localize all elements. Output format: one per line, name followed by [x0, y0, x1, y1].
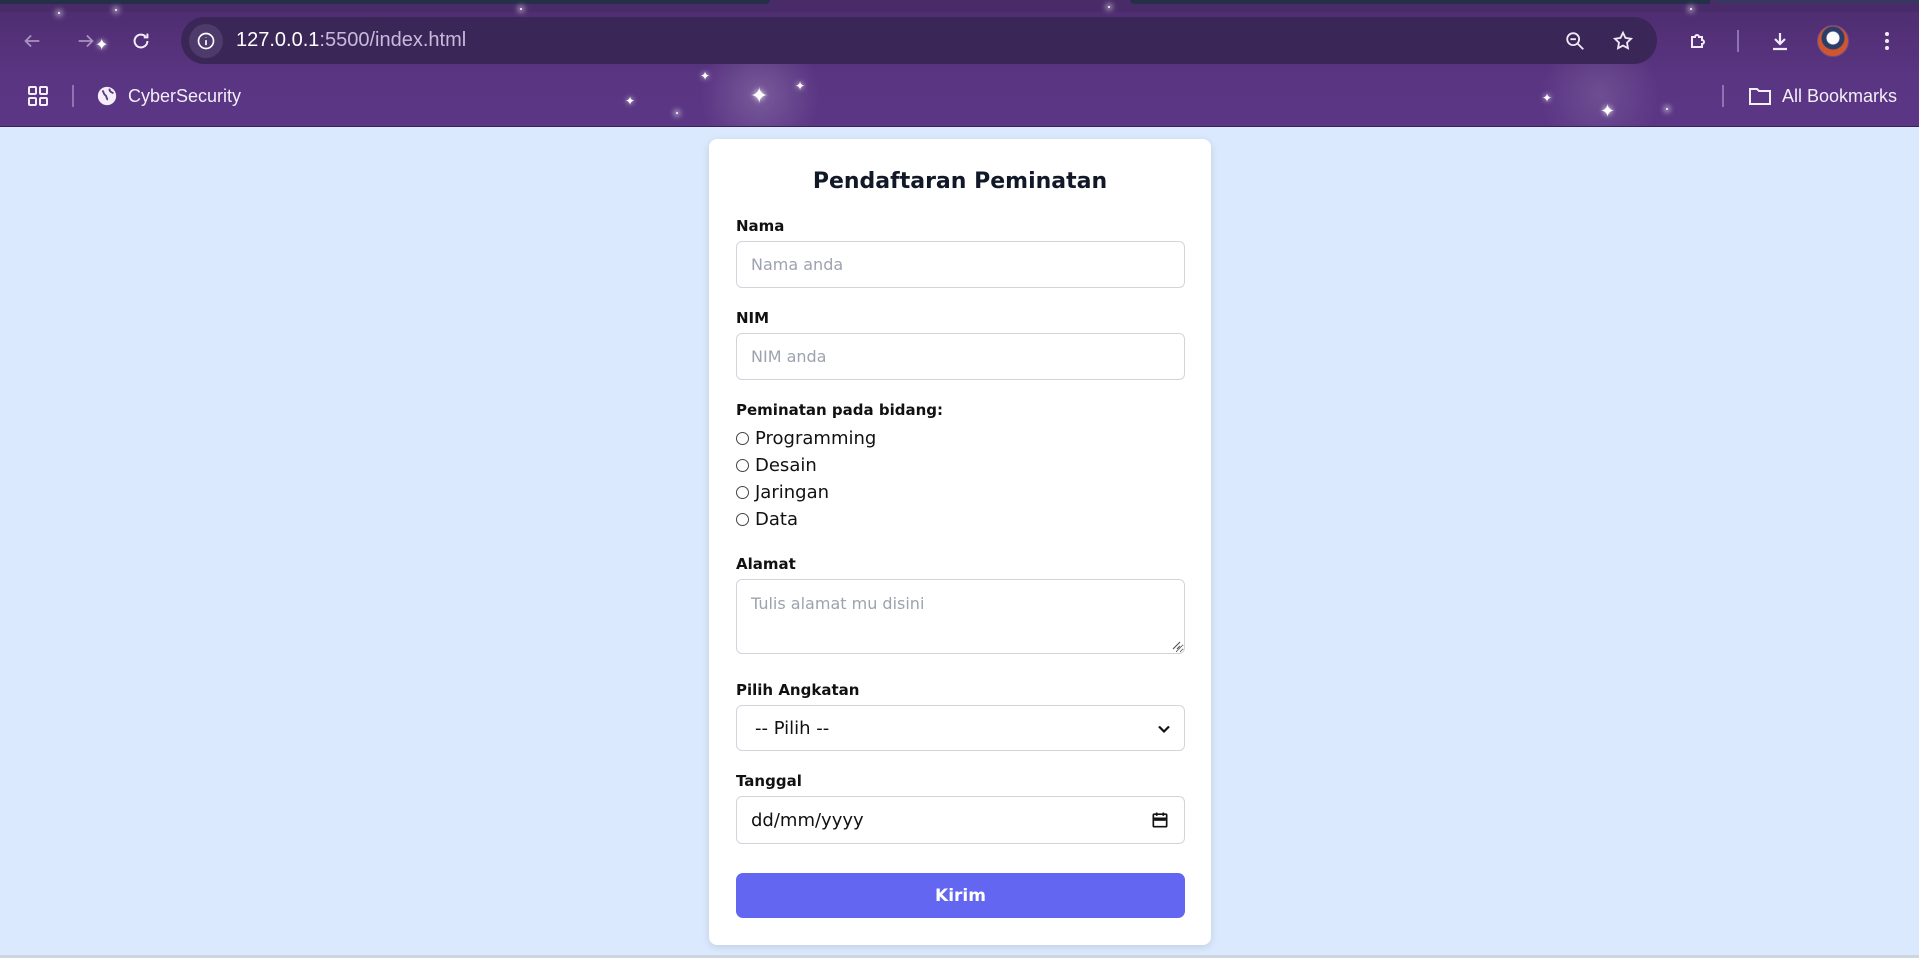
star-decoration — [115, 9, 117, 11]
apps-button[interactable] — [26, 82, 50, 110]
globe-icon — [97, 86, 117, 106]
nim-input[interactable] — [736, 333, 1185, 380]
url-path: :5500/index.html — [319, 29, 467, 51]
info-icon — [197, 32, 215, 50]
all-bookmarks-button[interactable]: All Bookmarks — [1748, 82, 1897, 110]
puzzle-icon — [1691, 34, 1705, 48]
kebab-menu-icon — [1885, 32, 1889, 50]
alamat-textarea-wrapper — [736, 579, 1185, 654]
site-info-button[interactable] — [189, 24, 223, 58]
radio-button[interactable] — [736, 486, 749, 499]
toolbar-divider — [1737, 30, 1739, 52]
bookmark-cybersecurity[interactable]: CyberSecurity — [96, 82, 241, 110]
back-button[interactable] — [15, 24, 49, 58]
radio-option-data[interactable]: Data — [736, 509, 798, 530]
form-title: Pendaftaran Peminatan — [812, 169, 1108, 194]
radio-button[interactable] — [736, 432, 749, 445]
alamat-label: Alamat — [736, 555, 796, 573]
bookmarks-divider — [1722, 85, 1724, 107]
browser-tab[interactable] — [1715, 0, 1919, 4]
resize-grip-icon[interactable] — [1171, 640, 1181, 650]
radio-option-desain[interactable]: Desain — [736, 455, 817, 476]
nama-label: Nama — [736, 217, 785, 235]
arrow-left-icon — [24, 34, 40, 48]
forward-button[interactable] — [69, 24, 103, 58]
peminatan-label: Peminatan pada bidang: — [736, 401, 944, 419]
angkatan-label: Pilih Angkatan — [736, 681, 860, 699]
star-decoration — [58, 12, 60, 14]
bookmark-label: CyberSecurity — [128, 85, 242, 106]
radio-button[interactable] — [736, 513, 749, 526]
nim-label: NIM — [736, 309, 770, 327]
angkatan-selected-value: -- Pilih -- — [755, 717, 830, 739]
calendar-icon[interactable] — [1150, 810, 1170, 830]
arrow-right-icon — [78, 34, 94, 48]
submit-button[interactable]: Kirim — [736, 873, 1185, 918]
folder-icon — [1749, 88, 1771, 105]
registration-form-card: Pendaftaran Peminatan Nama NIM Peminatan… — [709, 139, 1211, 945]
alamat-textarea[interactable] — [736, 579, 1185, 654]
star-decoration — [520, 8, 522, 10]
star-icon — [1612, 30, 1634, 50]
browser-tab[interactable] — [1130, 0, 1710, 4]
tab-strip — [0, 0, 1919, 12]
zoom-button[interactable] — [1560, 26, 1590, 56]
bookmark-star-button[interactable] — [1608, 26, 1638, 56]
star-decoration — [1690, 8, 1692, 10]
browser-chrome: ✦ ✦ ✦ ✦ ✦ ✦ ✦ 127.0.0.1:5500/index.html — [0, 0, 1919, 127]
extensions-button[interactable] — [1682, 24, 1716, 58]
profile-avatar[interactable] — [1817, 25, 1849, 57]
reload-button[interactable] — [124, 24, 158, 58]
radio-option-programming[interactable]: Programming — [736, 428, 876, 449]
radio-button[interactable] — [736, 459, 749, 472]
url-host: 127.0.0.1 — [236, 29, 320, 51]
address-bar[interactable]: 127.0.0.1:5500/index.html — [181, 17, 1657, 64]
zoom-out-icon — [1566, 32, 1584, 50]
nama-input[interactable] — [736, 241, 1185, 288]
angkatan-select[interactable]: -- Pilih -- — [736, 705, 1185, 751]
browser-menu-button[interactable] — [1870, 24, 1904, 58]
download-icon — [1773, 33, 1787, 51]
url-text[interactable]: 127.0.0.1:5500/index.html — [236, 29, 466, 52]
tanggal-date-input[interactable]: dd/mm/yyyy — [736, 796, 1185, 844]
radio-option-jaringan[interactable]: Jaringan — [736, 482, 829, 503]
downloads-button[interactable] — [1763, 24, 1797, 58]
bookmarks-divider — [72, 85, 74, 107]
tanggal-label: Tanggal — [736, 772, 802, 790]
star-decoration — [1108, 6, 1110, 8]
apps-grid-icon — [28, 86, 48, 106]
radio-label: Desain — [755, 455, 817, 476]
bookmarks-bar: CyberSecurity All Bookmarks — [0, 76, 1919, 116]
date-placeholder: dd/mm/yyyy — [751, 809, 864, 831]
chrome-border — [0, 126, 1919, 127]
browser-tab[interactable] — [0, 0, 770, 4]
radio-label: Programming — [755, 428, 877, 449]
radio-label: Data — [755, 509, 798, 530]
radio-label: Jaringan — [755, 482, 830, 503]
chevron-down-icon — [1158, 725, 1170, 734]
all-bookmarks-label: All Bookmarks — [1782, 85, 1898, 106]
reload-icon — [133, 33, 149, 49]
